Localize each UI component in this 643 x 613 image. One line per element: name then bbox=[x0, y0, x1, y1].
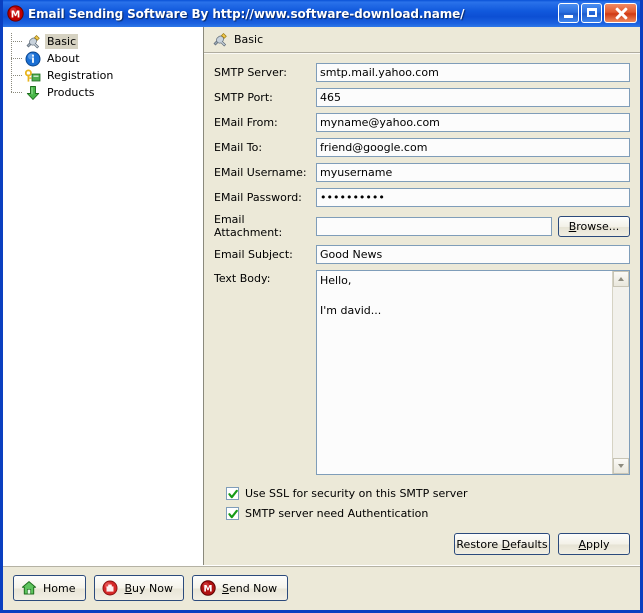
email-from-input[interactable] bbox=[316, 113, 630, 132]
checkbox-row-need-auth[interactable]: SMTP server need Authentication bbox=[226, 507, 630, 520]
buy-now-button[interactable]: Buy Now bbox=[94, 575, 184, 601]
checkmark-icon bbox=[228, 509, 238, 519]
sidebar-item-label: Products bbox=[47, 86, 95, 99]
apply-button[interactable]: Apply bbox=[558, 533, 630, 555]
maximize-button[interactable] bbox=[581, 3, 602, 23]
window-controls bbox=[558, 3, 637, 23]
sidebar-item-label: About bbox=[47, 52, 80, 65]
form-row-smtp-server: SMTP Server: bbox=[214, 63, 630, 82]
sidebar-item-registration[interactable]: Registration bbox=[3, 67, 203, 84]
close-button[interactable] bbox=[604, 3, 637, 23]
restore-label-rest: efaults bbox=[510, 537, 548, 551]
send-now-label-rest: end Now bbox=[228, 581, 278, 595]
email-username-input[interactable] bbox=[316, 163, 630, 182]
window-title: Email Sending Software By http://www.sof… bbox=[28, 6, 465, 21]
checkmark-icon bbox=[228, 489, 238, 499]
subject-input[interactable] bbox=[316, 245, 630, 264]
buy-now-mnemonic: B bbox=[124, 581, 133, 595]
send-now-label: Send Now bbox=[222, 582, 277, 595]
title-bar: M Email Sending Software By http://www.s… bbox=[3, 0, 640, 27]
text-body-label: Text Body: bbox=[214, 272, 271, 285]
smtp-port-label: SMTP Port: bbox=[214, 91, 273, 104]
buy-now-label-rest: uy Now bbox=[132, 581, 173, 595]
text-body-scrollbar[interactable] bbox=[612, 271, 629, 474]
checkbox-row-use-ssl[interactable]: Use SSL for security on this SMTP server bbox=[226, 487, 630, 500]
mail-app-icon: M bbox=[7, 5, 24, 22]
pane-action-buttons: Restore Defaults Apply bbox=[204, 527, 640, 565]
attachment-input[interactable] bbox=[316, 216, 552, 236]
home-button[interactable]: Home bbox=[13, 575, 87, 601]
sidebar-item-basic[interactable]: Basic bbox=[3, 33, 203, 50]
text-body-container: Hello, I'm david... bbox=[316, 270, 630, 475]
navigation-tree: Basic About Registration Products bbox=[3, 27, 204, 565]
tools-icon bbox=[213, 32, 227, 46]
text-body-textarea[interactable]: Hello, I'm david... bbox=[317, 271, 612, 474]
scroll-down-icon[interactable] bbox=[613, 458, 629, 474]
use-ssl-checkbox[interactable] bbox=[226, 487, 239, 500]
smtp-server-label: SMTP Server: bbox=[214, 66, 287, 79]
pane-header: Basic bbox=[204, 27, 640, 53]
buy-now-label: Buy Now bbox=[124, 582, 172, 595]
house-icon bbox=[21, 581, 37, 595]
form-row-smtp-port: SMTP Port: bbox=[214, 88, 630, 107]
svg-text:M: M bbox=[203, 585, 212, 595]
email-username-label: EMail Username: bbox=[214, 166, 307, 179]
subject-label: Email Subject: bbox=[214, 248, 293, 261]
tools-icon bbox=[26, 34, 40, 48]
use-ssl-label: Use SSL for security on this SMTP server bbox=[245, 487, 468, 500]
application-window: M Email Sending Software By http://www.s… bbox=[0, 0, 643, 613]
options-group: Use SSL for security on this SMTP server… bbox=[214, 481, 630, 520]
apply-label-rest: pply bbox=[586, 537, 610, 551]
form-row-email-from: EMail From: bbox=[214, 113, 630, 132]
sidebar-item-label: Registration bbox=[47, 69, 114, 82]
svg-text:M: M bbox=[11, 9, 21, 20]
form-row-text-body: Text Body: Hello, I'm david... bbox=[214, 270, 630, 475]
settings-pane: Basic SMTP Server: SMTP Port: EMail From… bbox=[204, 27, 640, 565]
sidebar-item-about[interactable]: About bbox=[3, 50, 203, 67]
attachment-label: Email Attachment: bbox=[214, 213, 283, 239]
browse-button[interactable]: Browse... bbox=[558, 215, 630, 237]
cart-icon bbox=[102, 580, 118, 596]
need-auth-checkbox[interactable] bbox=[226, 507, 239, 520]
email-to-input[interactable] bbox=[316, 138, 630, 157]
apply-mnemonic: A bbox=[578, 537, 586, 551]
send-now-mnemonic: S bbox=[221, 581, 229, 595]
smtp-server-input[interactable] bbox=[316, 63, 630, 82]
mail-app-icon: M bbox=[200, 580, 216, 596]
tree-branch-icon bbox=[11, 58, 23, 59]
form-row-email-username: EMail Username: bbox=[214, 163, 630, 182]
restore-defaults-button[interactable]: Restore Defaults bbox=[454, 533, 550, 555]
scroll-up-icon[interactable] bbox=[613, 271, 629, 287]
need-auth-label: SMTP server need Authentication bbox=[245, 507, 429, 520]
restore-label-pre: Restore bbox=[456, 537, 502, 551]
form-row-attachment: Email Attachment: Browse... bbox=[214, 213, 630, 239]
sidebar-item-products[interactable]: Products bbox=[3, 84, 203, 101]
tree-branch-icon bbox=[11, 41, 23, 42]
restore-mnemonic: D bbox=[501, 537, 511, 551]
smtp-port-input[interactable] bbox=[316, 88, 630, 107]
form-row-email-to: EMail To: bbox=[214, 138, 630, 157]
info-icon bbox=[25, 51, 41, 66]
tree-branch-icon bbox=[11, 92, 23, 93]
browse-label-rest: rowse... bbox=[576, 219, 620, 233]
email-password-input[interactable] bbox=[316, 188, 630, 207]
form-row-subject: Email Subject: bbox=[214, 245, 630, 264]
send-now-button[interactable]: M Send Now bbox=[191, 575, 289, 601]
sidebar-item-label: Basic bbox=[45, 34, 79, 49]
tree-branch-icon bbox=[11, 75, 23, 76]
bottom-toolbar: Home Buy Now M Send Now bbox=[3, 565, 640, 610]
main-content: Basic About Registration Products Basic … bbox=[3, 27, 640, 565]
email-to-label: EMail To: bbox=[214, 141, 263, 154]
email-from-label: EMail From: bbox=[214, 116, 278, 129]
download-arrow-icon bbox=[26, 85, 40, 100]
settings-form: SMTP Server: SMTP Port: EMail From: EMai… bbox=[204, 53, 640, 527]
minimize-button[interactable] bbox=[558, 3, 579, 23]
email-password-label: EMail Password: bbox=[214, 191, 302, 204]
pane-title: Basic bbox=[234, 33, 264, 46]
form-row-email-password: EMail Password: bbox=[214, 188, 630, 207]
home-label: Home bbox=[43, 581, 76, 595]
key-icon bbox=[25, 69, 41, 82]
